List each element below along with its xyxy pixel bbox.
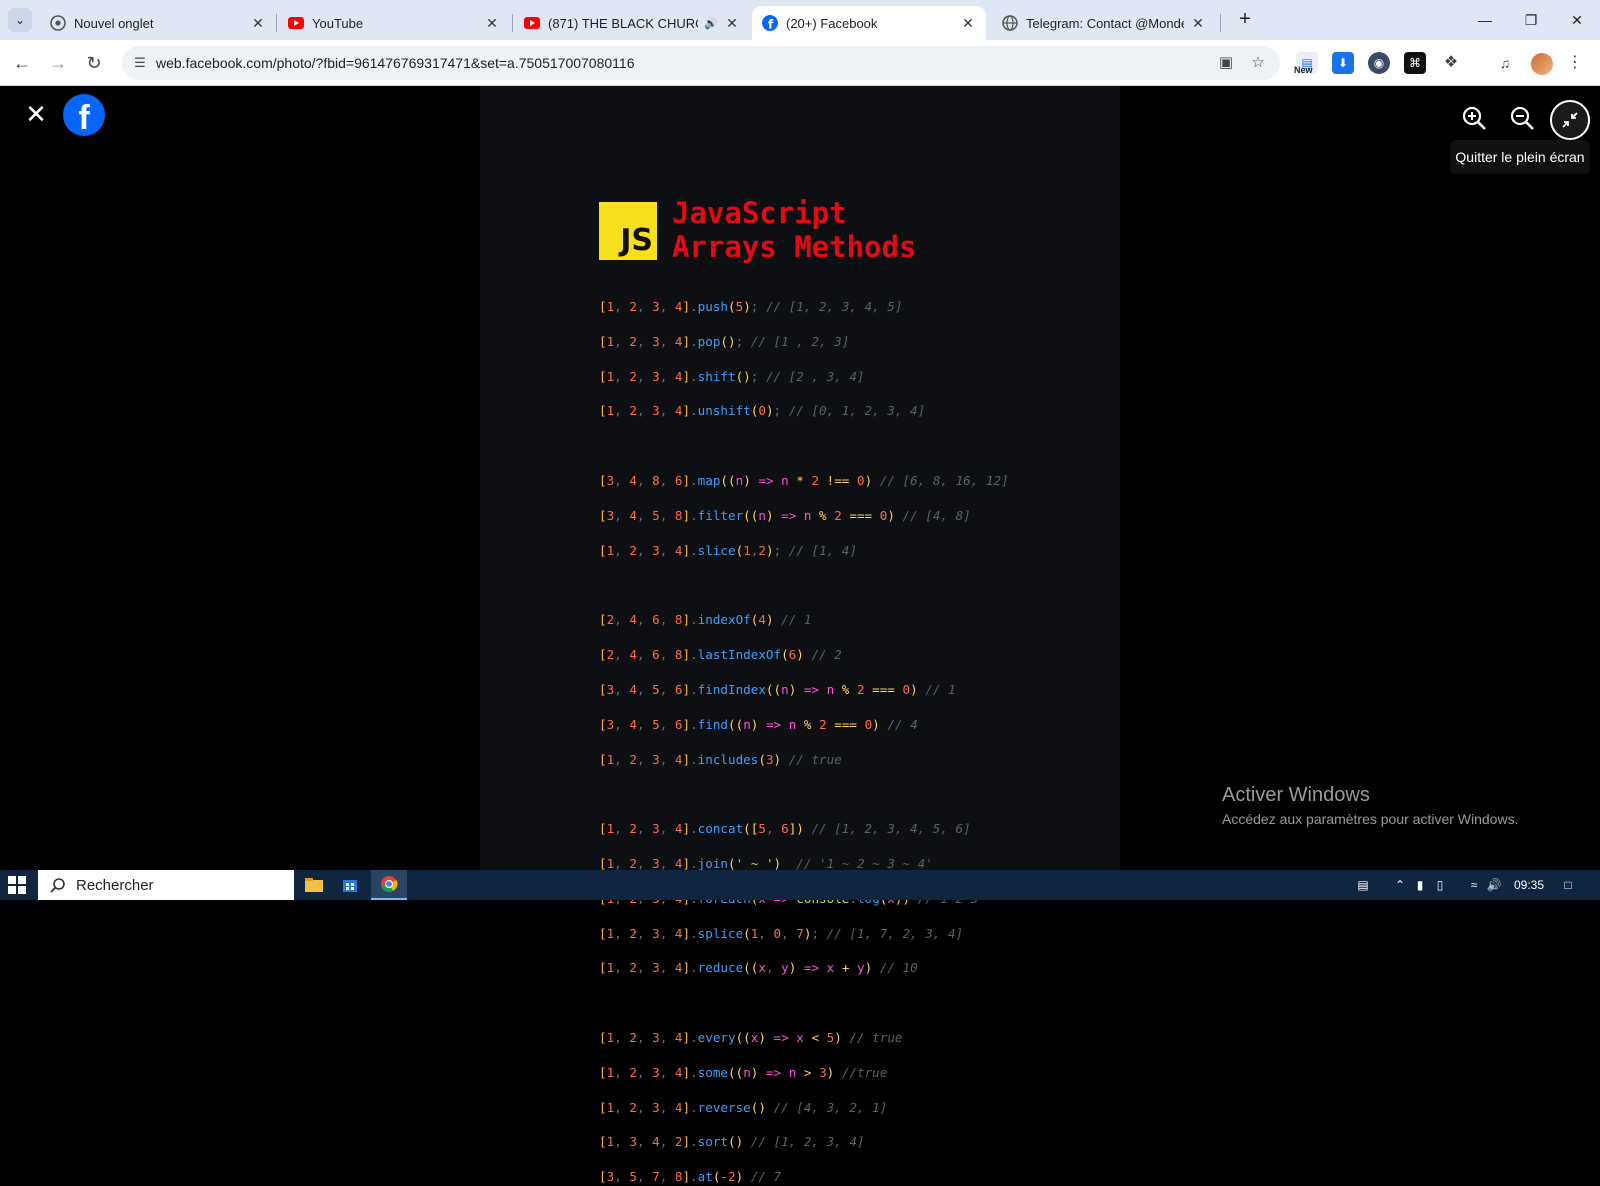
close-icon[interactable]: ✕ [1190,15,1206,31]
new-tab-button[interactable]: + [1233,8,1257,32]
js-logo: JS [599,202,657,260]
tab-search-button[interactable]: ⌄ [8,8,32,32]
tab-separator [1220,14,1221,32]
tab-youtube[interactable]: YouTube ✕ [278,6,510,40]
restore-button[interactable]: ❐ [1511,6,1551,34]
youtube-icon [524,15,540,31]
tab-new-tab[interactable]: Nouvel onglet ✕ [40,6,276,40]
device-icon[interactable]: ▯ [1432,877,1448,893]
notification-icon[interactable]: □ [1560,877,1576,893]
close-icon[interactable]: ✕ [960,15,976,31]
reload-button[interactable]: ↻ [80,49,108,77]
exit-fullscreen-tooltip: Quitter le plein écran [1450,140,1590,174]
tab-title: Nouvel onglet [74,15,154,31]
close-icon[interactable]: ✕ [250,15,266,31]
facebook-icon: f [762,15,778,31]
close-icon[interactable]: ✕ [484,15,500,31]
menu-icon[interactable]: ⋮ [1567,52,1583,72]
facebook-logo-icon[interactable]: f [63,94,105,136]
news-widget-icon[interactable]: ▤ [1352,877,1374,893]
wifi-icon[interactable]: ≈ [1466,877,1482,893]
site-settings-icon[interactable]: ☰ [130,53,150,73]
svg-text:f: f [768,18,774,32]
speaker-icon[interactable]: 🔊 [704,17,718,30]
back-button[interactable]: ← [8,49,36,77]
chevron-down-icon: ⌄ [14,13,26,27]
close-icon[interactable]: ✕ [724,15,740,31]
tab-separator [276,14,277,32]
taskbar-search-input[interactable]: Rechercher [38,870,294,900]
zoom-out-icon[interactable] [1508,104,1536,132]
install-app-icon[interactable]: ▣ [1216,53,1236,73]
battery-icon[interactable]: ▮ [1412,877,1428,893]
tab-strip: ⌄ Nouvel onglet ✕ YouTube ✕ (871) THE BL… [0,0,1600,40]
tab-title: (20+) Facebook [786,15,878,31]
file-explorer-icon[interactable] [296,870,332,900]
volume-icon[interactable]: 🔊 [1486,877,1502,893]
tab-telegram[interactable]: Telegram: Contact @Mondelyri ✕ [992,6,1216,40]
store-icon[interactable] [332,870,368,900]
photo-viewer: ✕ f JS JavaScript Arrays Methods [1, 2, … [0,86,1600,1184]
zoom-in-icon[interactable] [1460,104,1488,132]
puzzle-icon[interactable]: ❖ [1440,52,1462,74]
image-title: JavaScript Arrays Methods [672,196,917,264]
address-bar[interactable]: ☰ web.facebook.com/photo/?fbid=961476769… [122,46,1280,80]
vpn-extension-icon[interactable]: ◉ [1368,52,1390,74]
youtube-icon [288,15,304,31]
download-extension-icon[interactable]: ⬇ [1332,52,1354,74]
tab-black-church[interactable]: (871) THE BLACK CHURCH | 🔊 ✕ [514,6,750,40]
url-text: web.facebook.com/photo/?fbid=96147676931… [156,55,635,71]
code-image: JS JavaScript Arrays Methods [1, 2, 3, 4… [480,86,1120,1184]
command-extension-icon[interactable]: ⌘ [1404,52,1426,74]
minimize-arrows-icon [1562,112,1578,128]
tab-facebook[interactable]: f (20+) Facebook ✕ [752,6,986,40]
browser-toolbar: ← → ↻ ☰ web.facebook.com/photo/?fbid=961… [0,40,1600,86]
windows-start-icon[interactable] [8,876,26,894]
exit-fullscreen-button[interactable] [1550,100,1590,140]
profile-avatar[interactable] [1531,53,1553,75]
media-control-icon[interactable]: ♫ [1494,52,1516,74]
tab-title: YouTube [312,15,364,31]
tab-title: (871) THE BLACK CHURCH | [548,15,698,31]
tab-separator [512,14,513,32]
new-badge: New [1294,65,1313,75]
clock[interactable]: 09:35 [1514,870,1544,900]
window-close-button[interactable]: ✕ [1557,6,1597,34]
chrome-icon [50,15,66,31]
minimize-button[interactable]: — [1465,6,1505,34]
search-icon [50,878,65,893]
code-block: [1, 2, 3, 4].push(5); // [1, 2, 3, 4, 5]… [599,299,1009,1185]
globe-icon [1002,15,1018,31]
windows-taskbar: Rechercher ▤ ⌃ ▮ ▯ ≈ 🔊 09:35 □ [0,870,1600,900]
tab-title: Telegram: Contact @Mondelyri [1026,15,1184,31]
close-viewer-icon[interactable]: ✕ [22,100,50,128]
search-placeholder: Rechercher [76,876,154,894]
star-icon[interactable]: ☆ [1248,53,1268,73]
chevron-up-icon[interactable]: ⌃ [1392,877,1408,893]
chrome-taskbar-icon[interactable] [371,870,407,900]
forward-button[interactable]: → [44,49,72,77]
windows-activation-watermark: Activer Windows Accédez aux paramètres p… [1222,784,1519,827]
